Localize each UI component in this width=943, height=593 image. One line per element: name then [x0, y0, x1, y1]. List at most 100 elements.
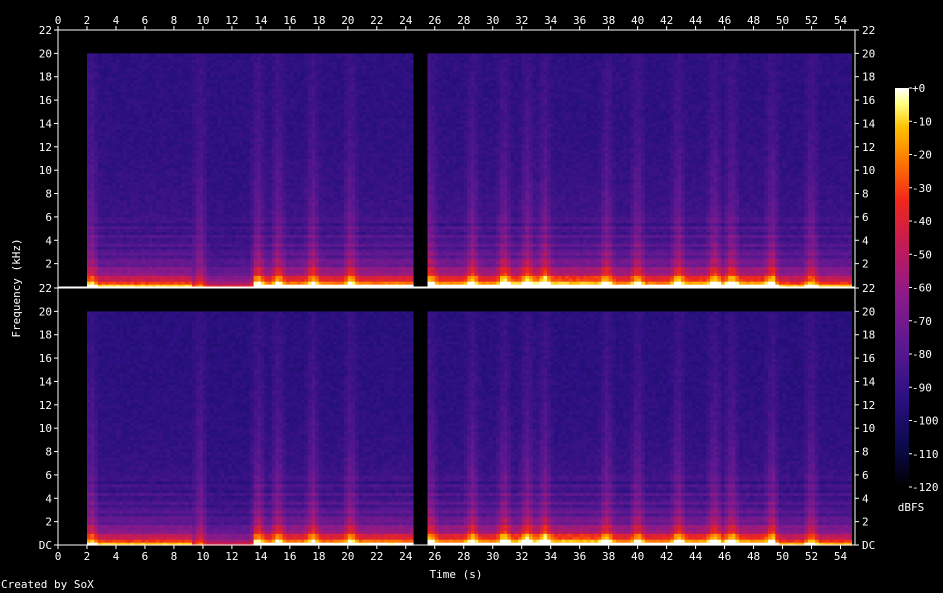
spectrogram-cell [105, 237, 109, 241]
spectrogram-cell [120, 138, 124, 142]
spectrogram-cell [87, 138, 91, 142]
spectrogram-cell [109, 197, 113, 201]
spectrogram-cell [116, 252, 120, 256]
spectrogram-cell [123, 197, 127, 201]
spectrogram-cell [102, 68, 106, 72]
spectrogram-cell [123, 109, 127, 113]
spectrogram-channel-1 [58, 30, 855, 288]
spectrogram-cell [94, 83, 98, 87]
spectrogram-cell [131, 197, 135, 201]
spectrogram-cell [141, 197, 145, 201]
spectrogram-cell [123, 124, 127, 128]
spectrogram-cell [105, 223, 109, 227]
spectrogram-cell [87, 223, 91, 227]
spectrogram-cell [138, 267, 142, 271]
spectrogram-cell [87, 109, 91, 113]
spectrogram-cell [138, 68, 142, 72]
spectrogram-cell [98, 182, 102, 186]
spectrogram-cell [91, 281, 95, 285]
spectrogram-cell [116, 281, 120, 285]
spectrogram-cell [102, 167, 106, 171]
spectrogram-cell [102, 109, 106, 113]
spectrogram-cell [109, 223, 113, 227]
spectrogram-cell [127, 252, 131, 256]
spectrogram-cell [116, 83, 120, 87]
spectrogram-cell [123, 53, 127, 57]
spectrogram-cell [134, 124, 138, 128]
spectrogram-cell [91, 124, 95, 128]
spectrogram-cell [105, 138, 109, 142]
spectrogram-cell [134, 281, 138, 285]
spectrogram-cell [127, 83, 131, 87]
spectrogram-cell [120, 68, 124, 72]
spectrogram-cell [109, 252, 113, 256]
spectrogram-cell [87, 94, 91, 98]
spectrogram-cell [109, 124, 113, 128]
spectrogram-cell [127, 124, 131, 128]
spectrogram-cell [109, 281, 113, 285]
spectrogram-cell [87, 197, 91, 201]
spectrogram-cell [138, 94, 142, 98]
spectrogram-cell [134, 182, 138, 186]
spectrogram-cell [91, 223, 95, 227]
spectrogram-cell [98, 138, 102, 142]
spectrogram-cell [94, 197, 98, 201]
spectrogram-cell [102, 94, 106, 98]
spectrogram-cell [94, 211, 98, 215]
spectrogram-cell [134, 138, 138, 142]
spectrogram-cell [112, 138, 116, 142]
spectrogram-cell [131, 237, 135, 241]
spectrogram-cell [141, 237, 145, 241]
spectrogram-cell [109, 138, 113, 142]
spectrogram-cell [102, 182, 106, 186]
spectrogram-cell [131, 109, 135, 113]
spectrogram-cell [91, 237, 95, 241]
spectrogram-cell [105, 68, 109, 72]
spectrogram-cell [105, 281, 109, 285]
spectrogram-cell [112, 68, 116, 72]
spectrogram-cell [116, 153, 120, 157]
spectrogram-cell [102, 237, 106, 241]
spectrogram-cell [102, 267, 106, 271]
spectrogram-cell [131, 124, 135, 128]
spectrogram-cell [141, 267, 145, 271]
spectrogram-cell [109, 211, 113, 215]
spectrogram-cell [91, 109, 95, 113]
spectrogram-cell [105, 182, 109, 186]
spectrogram-cell [112, 252, 116, 256]
spectrogram-cell [138, 138, 142, 142]
spectrogram-cell [134, 237, 138, 241]
spectrogram-cell [87, 281, 91, 285]
spectrogram-cell [131, 252, 135, 256]
spectrogram-cell [91, 53, 95, 57]
spectrogram-cell [131, 68, 135, 72]
spectrogram-cell [94, 281, 98, 285]
spectrogram-cell [94, 138, 98, 142]
spectrogram-cell [94, 53, 98, 57]
spectrogram-cell [109, 68, 113, 72]
spectrogram-cell [131, 153, 135, 157]
spectrogram-cell [123, 267, 127, 271]
spectrogram-cell [94, 237, 98, 241]
spectrogram-cell [127, 94, 131, 98]
spectrogram-cell [116, 53, 120, 57]
spectrogram-cell [116, 197, 120, 201]
spectrogram-cell [112, 109, 116, 113]
spectrogram-cell [98, 267, 102, 271]
spectrogram-cell [102, 197, 106, 201]
spectrogram-cell [134, 109, 138, 113]
spectrogram-cell [116, 109, 120, 113]
spectrogram-cell [116, 68, 120, 72]
spectrogram-cell [134, 167, 138, 171]
spectrogram-cell [120, 167, 124, 171]
spectrogram-cell [102, 281, 106, 285]
spectrogram-cell [131, 223, 135, 227]
spectrogram-cell [102, 252, 106, 256]
spectrogram-cell [138, 182, 142, 186]
spectrogram-cell [116, 223, 120, 227]
spectrogram-cell [112, 83, 116, 87]
spectrogram-cell [134, 211, 138, 215]
spectrogram-cell [105, 109, 109, 113]
spectrogram-cell [98, 197, 102, 201]
spectrogram-cell [98, 124, 102, 128]
